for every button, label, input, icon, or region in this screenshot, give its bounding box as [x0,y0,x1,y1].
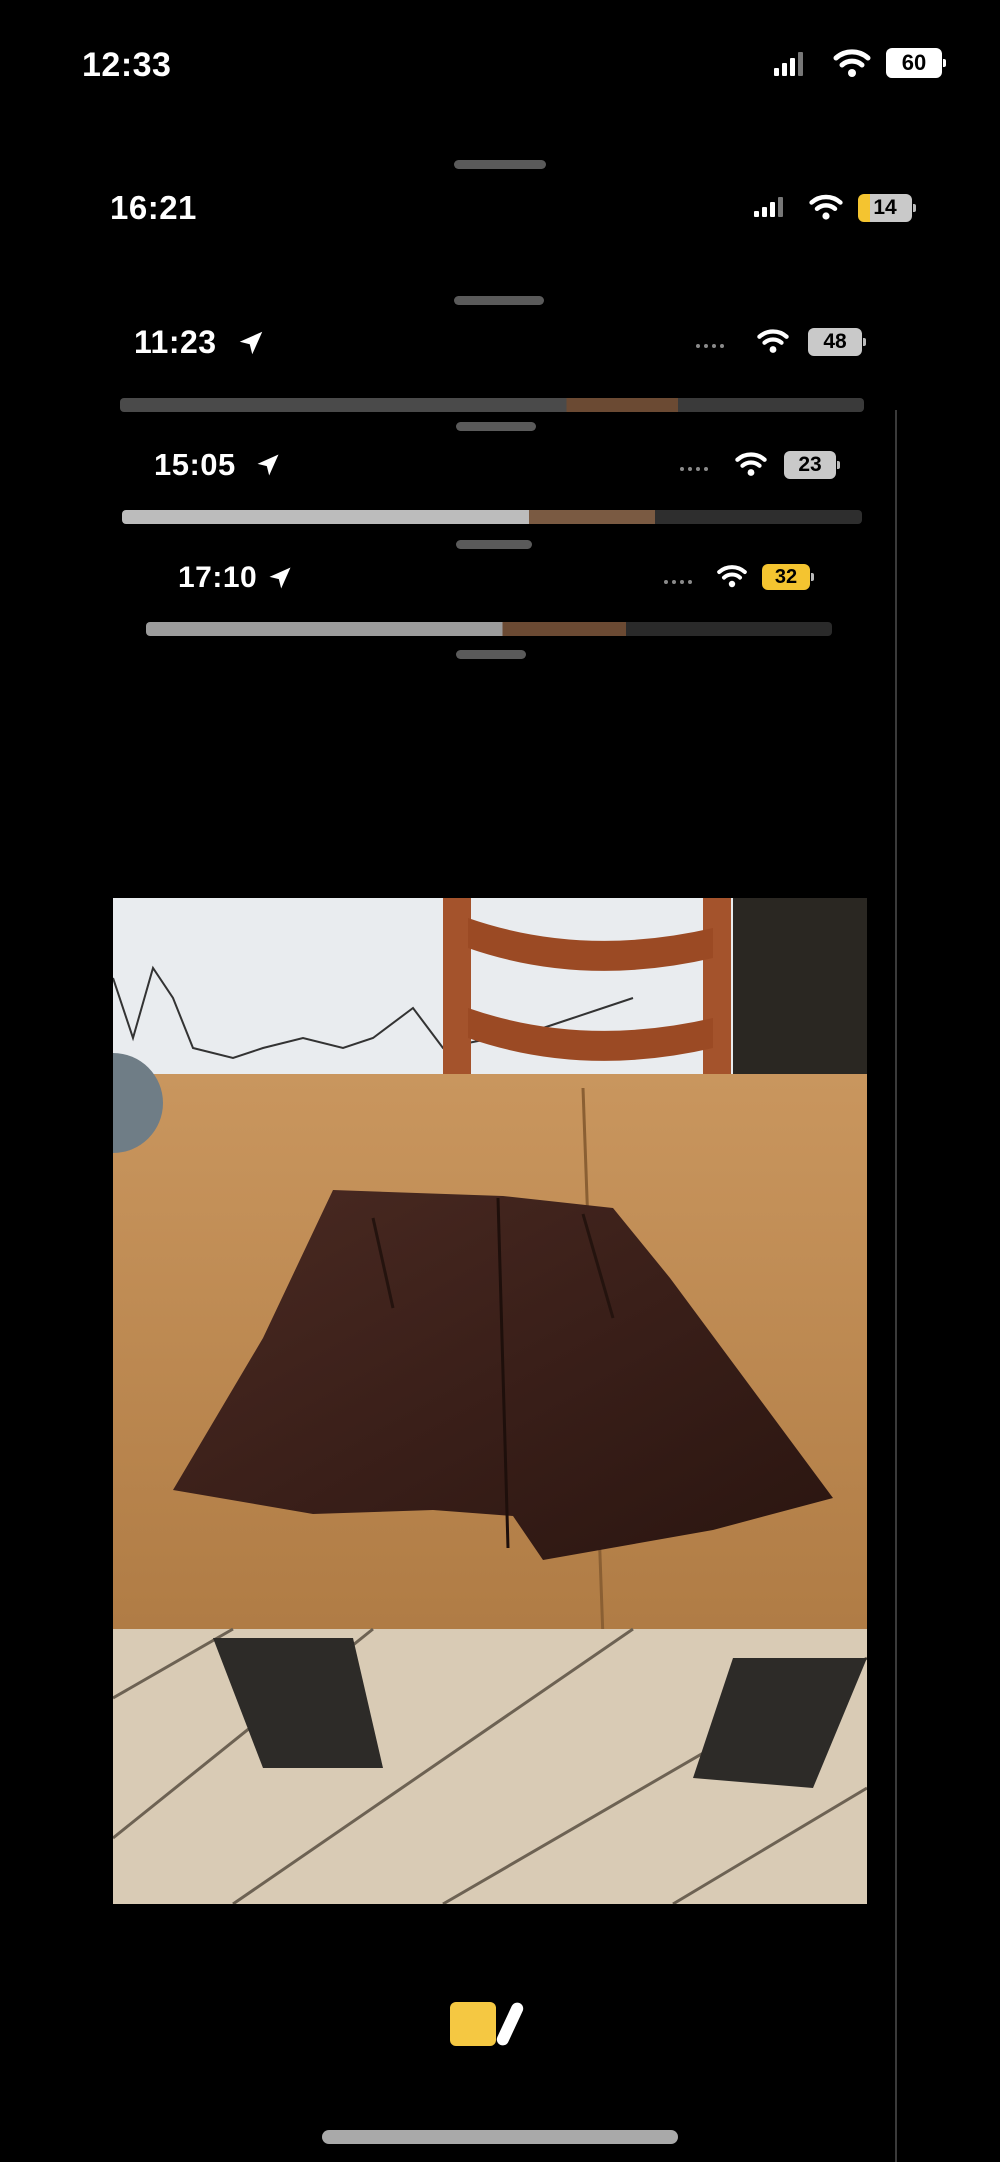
wifi-icon [735,452,767,476]
wifi-icon [833,49,871,77]
home-indicator[interactable] [322,2130,678,2144]
status-bar-3: 11:23 48 [0,320,1000,364]
status-bar-1: 12:33 60 [0,40,1000,90]
markup-button[interactable] [450,2000,526,2048]
location-arrow-icon [239,331,263,355]
sheet-grabber-2[interactable] [454,296,544,305]
signal-icon [680,467,708,471]
wifi-icon [809,194,843,220]
battery-level-4: 23 [784,451,836,479]
signal-icon [696,344,724,348]
battery-level-5: 32 [762,564,810,590]
shorts-photo [113,898,867,1904]
wifi-icon [717,565,747,588]
battery-level-2: 14 [858,194,912,222]
sheet-grabber-1[interactable] [454,160,546,169]
sheet-grabber-4[interactable] [456,540,532,549]
wifi-icon [757,329,789,353]
preview-strip-1 [120,398,864,412]
battery-icon: 32 [762,564,814,590]
photo-illustration [113,898,867,1904]
signal-icon [664,580,692,584]
battery-icon: 23 [784,451,840,479]
preview-strip-3 [146,622,832,636]
battery-icon: 14 [858,194,916,222]
preview-strip-2 [122,510,862,524]
location-arrow-icon [257,454,279,476]
location-arrow-icon [269,567,291,589]
status-bar-2: 16:21 14 [0,185,1000,231]
pencil-icon [494,2000,526,2048]
status-time-5: 17:10 [178,561,258,594]
status-bar-4: 15:05 23 [0,443,1000,487]
status-time-3: 11:23 [134,323,217,360]
battery-level-1: 60 [886,48,942,78]
status-bar-5: 17:10 32 [0,558,1000,598]
status-time-2: 16:21 [110,189,197,226]
battery-icon: 60 [886,48,946,78]
status-time-4: 15:05 [154,447,236,482]
battery-level-3: 48 [808,328,862,356]
sheet-grabber-3[interactable] [456,422,536,431]
signal-icon [774,52,803,76]
sheet-grabber-5[interactable] [456,650,526,659]
sheet-edge [895,410,897,2162]
note-icon [450,2002,496,2046]
battery-icon: 48 [808,328,866,356]
signal-icon [754,197,783,217]
status-time-1: 12:33 [82,45,172,84]
